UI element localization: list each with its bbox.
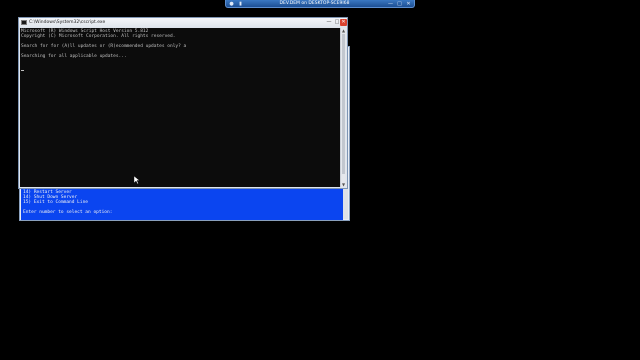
close-icon: ✕ [341, 19, 346, 25]
scroll-thumb[interactable] [342, 34, 345, 174]
pin-icon[interactable]: ● [228, 1, 235, 7]
remote-connection-title: DEV.DEM on DESKTOP-SCE9I68 [279, 1, 350, 6]
mouse-pointer-icon [134, 176, 140, 184]
close-icon[interactable]: ✕ [405, 1, 412, 7]
menu-line-exit: 15) Exit to Command Line [23, 200, 89, 205]
text-cursor [21, 70, 24, 71]
scroll-up-icon[interactable]: ▲ [341, 28, 346, 33]
remote-connection-bar: ● ▮ DEV.DEM on DESKTOP-SCE9I68 — □ ✕ [225, 0, 415, 8]
console-output[interactable]: Microsoft (R) Windows Script Host Versio… [20, 28, 340, 187]
minimize-icon: — [326, 19, 332, 25]
close-button[interactable]: ✕ [340, 19, 347, 26]
console-line-prompt: Search for for (A)ll updates or (R)ecomm… [21, 44, 187, 49]
console-line-copyright: Copyright (C) Microsoft Corporation. All… [21, 34, 176, 39]
minimize-button[interactable]: — [325, 19, 333, 26]
title-bar[interactable]: C:\Windows\System32\cscript.exe — □ ✕ [19, 18, 347, 28]
minimize-icon[interactable]: — [387, 1, 394, 7]
maximize-icon: □ [334, 19, 340, 25]
vertical-scrollbar[interactable]: ▲ ▼ [340, 28, 346, 187]
console-app-icon[interactable] [21, 20, 27, 25]
sconfig-console[interactable]: 14) Restart Server 14) Shut Down Server … [21, 189, 343, 220]
menu-prompt: Enter number to select an option: [23, 210, 113, 215]
window-title: C:\Windows\System32\cscript.exe [29, 20, 106, 25]
scroll-down-icon[interactable]: ▼ [341, 182, 346, 187]
signal-icon: ▮ [239, 0, 242, 7]
restore-icon[interactable]: □ [396, 1, 403, 7]
cscript-window[interactable]: C:\Windows\System32\cscript.exe — □ ✕ Mi… [18, 17, 348, 189]
console-line-status: Searching for all applicable updates... [21, 54, 127, 59]
